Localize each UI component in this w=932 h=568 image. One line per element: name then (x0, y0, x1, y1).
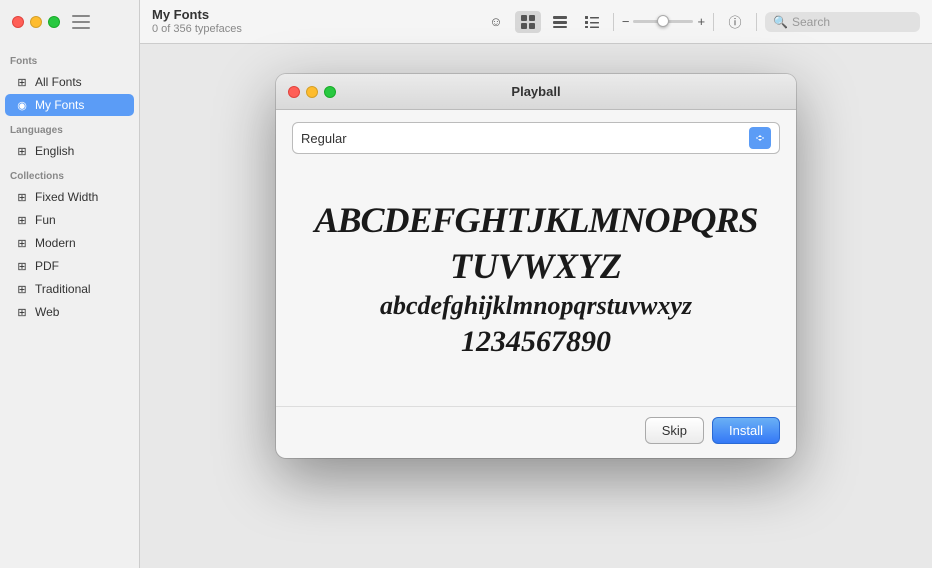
search-icon: 🔍 (773, 15, 788, 29)
modal-body: Regular ABCDEFGHTJKLMNOPQRS TUVWXYZ abcd… (276, 110, 796, 406)
fixed-width-icon: ⊞ (15, 190, 29, 204)
sidebar-item-my-fonts[interactable]: ◉ My Fonts (5, 94, 134, 116)
fun-icon: ⊞ (15, 213, 29, 227)
size-slider[interactable]: − + (622, 14, 705, 29)
size-minus-icon: − (622, 14, 630, 29)
grid-view-button[interactable] (515, 11, 541, 33)
sidebar-item-pdf[interactable]: ⊞ PDF (5, 255, 134, 277)
sidebar-item-english-label: English (35, 144, 74, 158)
info-button[interactable]: ⓘ (722, 11, 748, 33)
modal-maximize-button[interactable] (324, 86, 336, 98)
sidebar-nav: Fonts ⊞ All Fonts ◉ My Fonts Languages ⊞… (0, 44, 139, 323)
toolbar-controls: ☺ (483, 11, 920, 33)
sidebar-item-fun[interactable]: ⊞ Fun (5, 209, 134, 231)
sidebar-item-traditional[interactable]: ⊞ Traditional (5, 278, 134, 300)
sidebar-traffic-controls (0, 0, 139, 44)
font-style-selector[interactable]: Regular (292, 122, 780, 154)
list-view-button[interactable] (579, 11, 605, 33)
sidebar-item-web-label: Web (35, 305, 59, 319)
font-style-label: Regular (301, 131, 749, 146)
emoji-view-button[interactable]: ☺ (483, 11, 509, 33)
modal-title: Playball (511, 84, 560, 99)
row-view-button[interactable] (547, 11, 573, 33)
preview-uppercase: ABCDEFGHTJKLMNOPQRS (314, 200, 757, 241)
separator-1 (613, 13, 614, 31)
sidebar-item-pdf-label: PDF (35, 259, 59, 273)
modal-close-button[interactable] (288, 86, 300, 98)
app-title: My Fonts (152, 7, 475, 23)
install-button[interactable]: Install (712, 417, 780, 444)
sidebar-item-web[interactable]: ⊞ Web (5, 301, 134, 323)
separator-3 (756, 13, 757, 31)
web-icon: ⊞ (15, 305, 29, 319)
close-button[interactable] (12, 16, 24, 28)
app-subtitle: 0 of 356 typefaces (152, 23, 475, 36)
sidebar-item-my-fonts-label: My Fonts (35, 98, 84, 112)
sidebar-item-all-fonts-label: All Fonts (35, 75, 82, 89)
grid-icon: ⊞ (15, 75, 29, 89)
lang-icon: ⊞ (15, 144, 29, 158)
search-input[interactable] (792, 15, 912, 29)
modal-window-controls (288, 86, 336, 98)
sidebar-item-fixed-width[interactable]: ⊞ Fixed Width (5, 186, 134, 208)
slider-thumb[interactable] (657, 15, 669, 27)
sidebar-item-fun-label: Fun (35, 213, 56, 227)
sidebar-section-fonts: Fonts (0, 48, 139, 70)
preview-uppercase2: TUVWXYZ (450, 246, 622, 287)
sidebar-toggle-button[interactable] (72, 15, 90, 29)
maximize-button[interactable] (48, 16, 60, 28)
modal-titlebar: Playball (276, 74, 796, 110)
sidebar-item-modern[interactable]: ⊞ Modern (5, 232, 134, 254)
toolbar: My Fonts 0 of 356 typefaces ☺ (140, 0, 932, 44)
skip-button[interactable]: Skip (645, 417, 704, 444)
font-preview: ABCDEFGHTJKLMNOPQRS TUVWXYZ abcdefghijkl… (292, 170, 780, 390)
preview-numbers: 1234567890 (461, 325, 611, 360)
sidebar-item-english[interactable]: ⊞ English (5, 140, 134, 162)
main-content: My Fonts 0 of 356 typefaces ☺ (140, 0, 932, 568)
separator-2 (713, 13, 714, 31)
minimize-button[interactable] (30, 16, 42, 28)
sidebar-section-languages: Languages (0, 117, 139, 139)
size-plus-icon: + (697, 14, 705, 29)
circle-icon: ◉ (15, 98, 29, 112)
sidebar-section-collections: Collections (0, 163, 139, 185)
sidebar-item-all-fonts[interactable]: ⊞ All Fonts (5, 71, 134, 93)
traditional-icon: ⊞ (15, 282, 29, 296)
modal-footer: Skip Install (276, 406, 796, 458)
font-selector-arrow[interactable] (749, 127, 771, 149)
preview-lowercase: abcdefghijklmnopqrstuvwxyz (380, 291, 692, 321)
modern-icon: ⊞ (15, 236, 29, 250)
modal-minimize-button[interactable] (306, 86, 318, 98)
content-area: Playball Regular A (140, 44, 932, 568)
sidebar-item-traditional-label: Traditional (35, 282, 91, 296)
app-window: Fonts ⊞ All Fonts ◉ My Fonts Languages ⊞… (0, 0, 932, 568)
modal-dialog: Playball Regular A (276, 74, 796, 458)
sidebar: Fonts ⊞ All Fonts ◉ My Fonts Languages ⊞… (0, 0, 140, 568)
search-box[interactable]: 🔍 (765, 12, 920, 32)
pdf-icon: ⊞ (15, 259, 29, 273)
sidebar-item-fixed-width-label: Fixed Width (35, 190, 98, 204)
sidebar-item-modern-label: Modern (35, 236, 76, 250)
toolbar-title-area: My Fonts 0 of 356 typefaces (152, 7, 475, 36)
slider-track[interactable] (633, 20, 693, 23)
